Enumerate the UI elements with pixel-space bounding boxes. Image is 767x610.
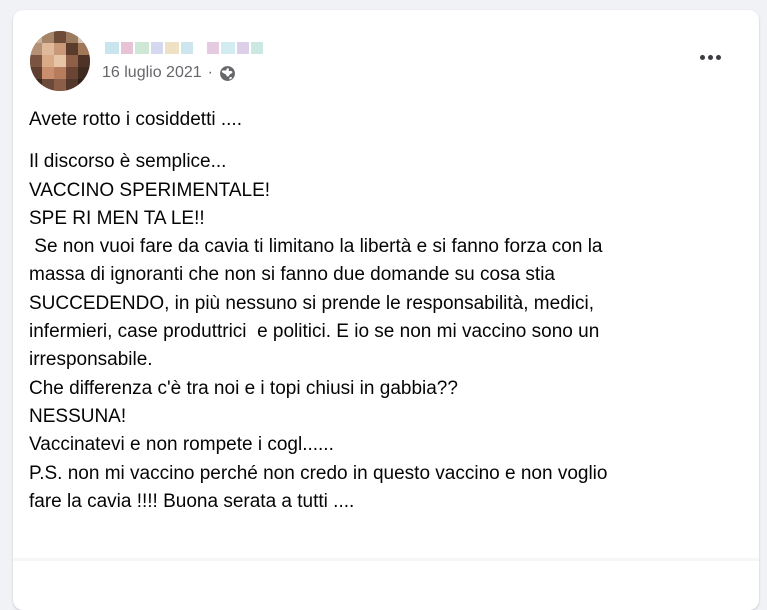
post-text-line: Se non vuoi fare da cavia ti limitano la… [29, 236, 603, 258]
globe-icon[interactable] [219, 65, 236, 82]
post-card: 16 luglio 2021 · Avete rotto i cosiddett… [13, 10, 759, 610]
author-avatar[interactable] [30, 31, 90, 91]
post-text-line: P.S. non mi vaccino perché non credo in … [29, 462, 608, 484]
meta-separator: · [207, 64, 213, 81]
post-text-line: fare la cavia !!!! Buona serata a tutti … [29, 490, 355, 512]
more-options-icon[interactable] [695, 48, 725, 66]
post-text-line: SPE RI MEN TA LE!! [29, 207, 205, 229]
post-text-line: SUCCEDENDO, in più nessuno si prende le … [29, 292, 594, 314]
post-text: Avete rotto i cosiddetti .... Il discors… [29, 106, 744, 516]
post-text-line: VACCINO SPERIMENTALE! [29, 179, 271, 201]
post-text-line: Vaccinatevi e non rompete i cogl...... [29, 434, 334, 456]
post-text-line: Che differenza c'è tra noi e i topi chiu… [29, 377, 458, 399]
author-name-redacted[interactable] [105, 38, 265, 56]
post-text-line: Avete rotto i cosiddetti .... [29, 109, 242, 130]
post-text-line: Il discorso è semplice... [29, 151, 227, 173]
post-text-line: NESSUNA! [29, 405, 127, 427]
post-date[interactable]: 16 luglio 2021 [102, 64, 202, 82]
post-text-line: irresponsabile. [29, 349, 153, 371]
post-meta: 16 luglio 2021 · [102, 64, 236, 82]
post-text-line: massa di ignoranti che non si fanno due … [29, 264, 555, 286]
post-text-line: infermieri, case produttrici e politici.… [29, 321, 600, 343]
